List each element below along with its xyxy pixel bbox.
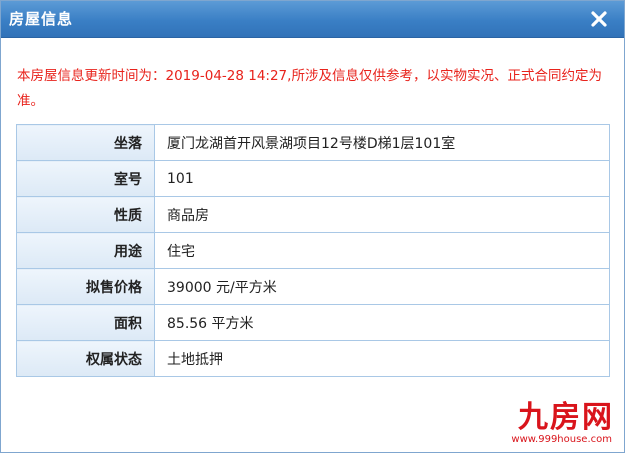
- row-value-property-type: 商品房: [154, 196, 610, 233]
- row-label-property-type: 性质: [16, 196, 155, 233]
- house-info-dialog: 房屋信息 本房屋信息更新时间为：2019-04-28 14:27,所涉及信息仅供…: [0, 0, 625, 453]
- table-row: 性质 商品房: [16, 196, 610, 233]
- row-value-usage: 住宅: [154, 232, 610, 269]
- table-row: 室号 101: [16, 160, 610, 197]
- table-row: 拟售价格 39000 元/平方米: [16, 268, 610, 305]
- table-row: 坐落 厦门龙湖首开风景湖项目12号楼D梯1层101室: [16, 124, 610, 161]
- watermark-logo: 九房网 www.999house.com: [506, 402, 614, 446]
- dialog-title: 房屋信息: [9, 10, 74, 28]
- dialog-titlebar: 房屋信息: [1, 1, 624, 38]
- close-button[interactable]: [588, 8, 610, 30]
- row-label-location: 坐落: [16, 124, 155, 161]
- row-value-price: 39000 元/平方米: [154, 268, 610, 305]
- watermark-brand: 九房网: [518, 400, 614, 435]
- close-icon: [591, 11, 607, 27]
- update-notice: 本房屋信息更新时间为：2019-04-28 14:27,所涉及信息仅供参考，以实…: [17, 68, 602, 109]
- row-label-price: 拟售价格: [16, 268, 155, 305]
- row-value-location: 厦门龙湖首开风景湖项目12号楼D梯1层101室: [154, 124, 610, 161]
- row-value-room-number: 101: [154, 160, 610, 197]
- table-row: 用途 住宅: [16, 232, 610, 269]
- table-row: 面积 85.56 平方米: [16, 304, 610, 341]
- row-label-room-number: 室号: [16, 160, 155, 197]
- row-label-usage: 用途: [16, 232, 155, 269]
- row-value-ownership-status: 土地抵押: [154, 340, 610, 377]
- watermark-url: www.999house.com: [511, 434, 612, 445]
- row-value-area: 85.56 平方米: [154, 304, 610, 341]
- dialog-body: 本房屋信息更新时间为：2019-04-28 14:27,所涉及信息仅供参考，以实…: [1, 38, 624, 452]
- row-label-area: 面积: [16, 304, 155, 341]
- house-info-table: 坐落 厦门龙湖首开风景湖项目12号楼D梯1层101室 室号 101 性质 商品房…: [16, 124, 610, 377]
- table-row: 权属状态 土地抵押: [16, 340, 610, 377]
- row-label-ownership-status: 权属状态: [16, 340, 155, 377]
